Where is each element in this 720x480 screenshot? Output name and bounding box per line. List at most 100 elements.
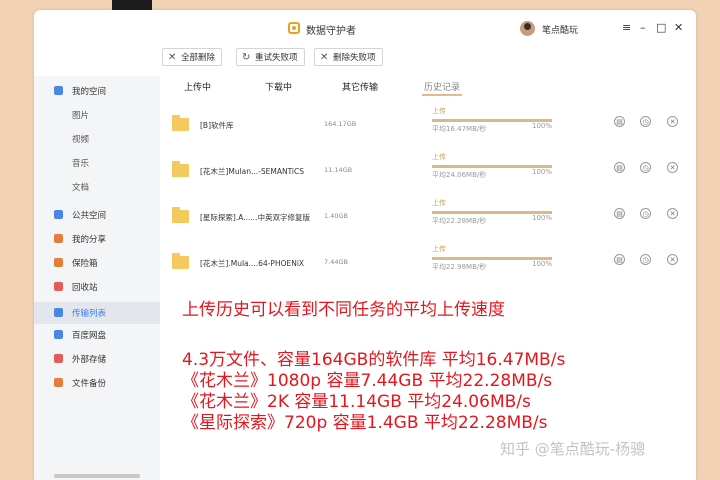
transfer-icon (54, 308, 63, 317)
folder-icon (172, 161, 189, 177)
sidebar-item-label: 我的空间 (72, 87, 107, 97)
locate-icon[interactable]: ◷ (640, 254, 651, 265)
sidebar-item[interactable]: 公共空间 (34, 204, 160, 226)
sidebar-item[interactable]: 传输列表 (34, 302, 160, 324)
transfer-row[interactable]: [花木兰].Mula....64-PHOENiX 7.44GB 上传平均22.98M… (160, 244, 696, 290)
folder-icon (172, 207, 189, 223)
sidebar-item[interactable]: 文档 (34, 176, 160, 198)
overlay-headline: 上传历史可以看到不同任务的平均上传速度 (182, 300, 505, 320)
sidebar-item-label: 传输列表 (72, 309, 107, 319)
sidebar-item[interactable]: 音乐 (34, 152, 160, 174)
trash-icon (54, 282, 63, 291)
progress-percent: 100% (532, 168, 553, 176)
locate-icon[interactable]: ◷ (640, 208, 651, 219)
sidebar-item[interactable]: 回收站 (34, 276, 160, 298)
title-bar: 数据守护者 笔点酷玩 ≡ – □ ✕ (34, 10, 696, 48)
sidebar-item[interactable]: 百度网盘 (34, 324, 160, 346)
sidebar-item[interactable]: 保险箱 (34, 252, 160, 274)
file-size: 11.14GB (324, 166, 353, 174)
open-folder-icon[interactable]: ▤ (614, 254, 625, 265)
baidu-disk-icon (54, 330, 63, 339)
remove-icon[interactable]: ✕ (667, 116, 678, 127)
tab-active-indicator (422, 94, 462, 96)
transfer-row[interactable]: [B]软件库 164.17GB 上传平均16.47MB/秒 100% ▤ ◷ ✕ (160, 106, 696, 152)
average-speed: 平均22.28MB/秒 (432, 217, 487, 225)
average-speed: 平均16.47MB/秒 (432, 125, 487, 133)
folder-icon (172, 253, 189, 269)
transfer-status: 上传 (432, 153, 446, 161)
menu-icon[interactable]: ≡ (622, 22, 631, 34)
app-title: 数据守护者 (306, 26, 356, 37)
tab-downloading[interactable]: 下载中 (265, 80, 292, 93)
my-share-icon (54, 234, 63, 243)
file-size: 7.44GB (324, 258, 348, 266)
remove-icon[interactable]: ✕ (667, 208, 678, 219)
backup-icon (54, 378, 63, 387)
delete-failed-button[interactable]: ✕ 删除失败项 (314, 48, 383, 66)
retry-failed-button[interactable]: ↻ 重试失败项 (236, 48, 305, 66)
overlay-line: 《花木兰》1080p 容量7.44GB 平均22.28MB/s (182, 371, 553, 391)
cloud-space-icon (54, 86, 63, 95)
file-name: [B]软件库 (200, 121, 234, 130)
overlay-line: 《星际探索》720p 容量1.4GB 平均22.28MB/s (182, 413, 548, 433)
progress-percent: 100% (532, 214, 553, 222)
share-space-icon (54, 210, 63, 219)
sidebar-scrollbar[interactable] (54, 474, 140, 478)
sidebar-item-label: 文档 (72, 183, 90, 193)
open-folder-icon[interactable]: ▤ (614, 162, 625, 173)
maximize-button[interactable]: □ (656, 22, 666, 34)
sidebar-item-label: 百度网盘 (72, 331, 107, 341)
folder-icon (172, 115, 189, 131)
average-speed: 平均24.06MB/秒 (432, 171, 487, 179)
sidebar-item-label: 文件备份 (72, 379, 107, 389)
delete-all-button[interactable]: ✕ 全部删除 (162, 48, 223, 66)
overlay-line: 《花木兰》2K 容量11.14GB 平均24.06MB/s (182, 392, 531, 412)
sidebar-item-label: 回收站 (72, 283, 98, 293)
minimize-button[interactable]: – (640, 22, 646, 34)
sidebar: 我的空间图片视频音乐文档公共空间我的分享保险箱回收站传输列表百度网盘外部存储文件… (34, 76, 160, 480)
file-size: 1.40GB (324, 212, 348, 220)
sidebar-item[interactable]: 我的空间 (34, 80, 160, 102)
transfer-status: 上传 (432, 245, 446, 253)
transfer-status: 上传 (432, 199, 446, 207)
open-folder-icon[interactable]: ▤ (614, 116, 625, 127)
sidebar-item-label: 音乐 (72, 159, 90, 169)
overlay-line: 4.3万文件、容量164GB的软件库 平均16.47MB/s (182, 350, 566, 370)
sidebar-item[interactable]: 文件备份 (34, 372, 160, 394)
sidebar-item-label: 公共空间 (72, 211, 107, 221)
sidebar-item-label: 我的分享 (72, 235, 107, 245)
transfer-row[interactable]: [花木兰]Mulan...-SEMANTiCS 11.14GB 上传 平均24.06M… (160, 152, 696, 198)
sidebar-item[interactable]: 图片 (34, 104, 160, 126)
locate-icon[interactable]: ◷ (640, 162, 651, 173)
refresh-icon: ↻ (242, 52, 251, 63)
average-speed: 平均22.98MB/秒 (432, 263, 487, 271)
sidebar-item[interactable]: 我的分享 (34, 228, 160, 250)
progress-percent: 100% (532, 260, 553, 268)
locate-icon[interactable]: ◷ (640, 116, 651, 127)
open-folder-icon[interactable]: ▤ (614, 208, 625, 219)
sidebar-item-label: 视频 (72, 135, 90, 145)
user-avatar[interactable] (520, 21, 535, 36)
tab-history[interactable]: 历史记录 (424, 80, 460, 93)
safe-icon (54, 258, 63, 267)
tab-other-transfers[interactable]: 其它传输 (342, 80, 378, 93)
user-name[interactable]: 笔点酷玩 (542, 23, 578, 36)
sidebar-item[interactable]: 视频 (34, 128, 160, 150)
sidebar-item-label: 外部存储 (72, 355, 107, 365)
remove-icon[interactable]: ✕ (667, 162, 678, 173)
close-icon: ✕ (168, 52, 177, 63)
sidebar-item-label: 图片 (72, 111, 90, 121)
app-logo-icon (288, 22, 300, 34)
progress-percent: 100% (532, 122, 553, 130)
transfer-status: 上传 (432, 107, 446, 115)
file-name: [星际探索].A......中英双字修复版 (200, 213, 311, 222)
close-button[interactable]: ✕ (674, 22, 683, 34)
file-size: 164.17GB (324, 120, 357, 128)
external-storage-icon (54, 354, 63, 363)
sidebar-item-label: 保险箱 (72, 259, 98, 269)
file-name: [花木兰].Mula....64-PHOENiX (200, 259, 305, 268)
remove-icon[interactable]: ✕ (667, 254, 678, 265)
tab-uploading[interactable]: 上传中 (184, 80, 211, 93)
sidebar-item[interactable]: 外部存储 (34, 348, 160, 370)
transfer-row[interactable]: [星际探索].A......中英双字修复版 1.40GB 上传平均22.28MB/秒… (160, 198, 696, 244)
